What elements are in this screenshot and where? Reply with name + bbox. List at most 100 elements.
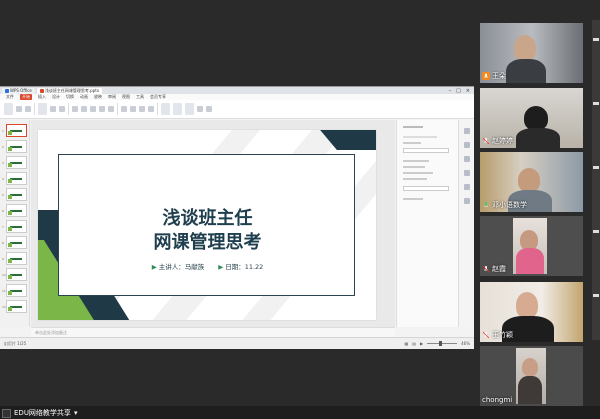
slide-editor-canvas[interactable]: 浅谈班主任 网课管理思考 ▶ 主讲人：马献族 ▶ 日期：11.22 bbox=[31, 120, 395, 327]
current-slide[interactable]: 浅谈班主任 网课管理思考 ▶ 主讲人：马献族 ▶ 日期：11.22 bbox=[38, 130, 376, 320]
app-icon bbox=[2, 408, 11, 418]
pane-text bbox=[403, 142, 421, 144]
bottom-label-text: EDU网络教学共享 bbox=[14, 409, 71, 417]
slide-thumbnail[interactable]: 11 bbox=[2, 284, 27, 297]
chevron-down-icon: ▾ bbox=[73, 409, 78, 417]
mic-muted-icon bbox=[482, 265, 490, 273]
minimize-icon[interactable]: – bbox=[449, 88, 452, 94]
pane-option[interactable] bbox=[403, 172, 433, 174]
new-slide-icon[interactable] bbox=[38, 103, 47, 115]
design-icon[interactable] bbox=[464, 142, 470, 148]
bold-icon[interactable] bbox=[81, 106, 87, 112]
align-left-icon[interactable] bbox=[121, 106, 127, 112]
shape-icon[interactable] bbox=[161, 103, 170, 115]
zoom-handle[interactable] bbox=[439, 341, 443, 346]
slide-thumbnail[interactable]: 9 bbox=[2, 252, 27, 265]
underline-icon[interactable] bbox=[99, 106, 105, 112]
bullet-list-icon[interactable] bbox=[148, 106, 154, 112]
participant-name: 赵霞 bbox=[492, 265, 506, 273]
picture-icon[interactable] bbox=[173, 103, 182, 115]
participant-body bbox=[518, 376, 542, 404]
italic-icon[interactable] bbox=[90, 106, 96, 112]
zoom-slider[interactable] bbox=[427, 341, 458, 346]
bottom-bar: EDU网络教学共享 ▾ bbox=[0, 406, 600, 419]
reset-icon[interactable] bbox=[59, 106, 65, 112]
participant-tile[interactable]: 邓小语数学 bbox=[480, 152, 583, 212]
participant-tile[interactable]: 王朵 bbox=[480, 23, 583, 83]
participant-face bbox=[524, 106, 548, 130]
zoom-level: 46% bbox=[461, 341, 470, 346]
participant-tile[interactable]: chongmi bbox=[480, 346, 583, 406]
divider bbox=[157, 103, 158, 115]
participant-name: 王朵 bbox=[492, 72, 506, 80]
participant-tile[interactable]: 赵婷婷 bbox=[480, 88, 583, 148]
slide-thumbnail[interactable]: 10 bbox=[2, 268, 27, 281]
slide-thumbnail[interactable]: 1 bbox=[2, 124, 27, 137]
notes-area[interactable]: 单击此处添加备注 bbox=[31, 327, 395, 337]
slide-date: ▶ 日期：11.22 bbox=[218, 263, 264, 271]
participant-name: 赵婷婷 bbox=[492, 137, 513, 145]
property-icon[interactable] bbox=[464, 128, 470, 134]
tab-wps-office[interactable]: WPS Office bbox=[2, 87, 35, 94]
align-right-icon[interactable] bbox=[139, 106, 145, 112]
play-icon[interactable]: ▶ bbox=[420, 341, 423, 346]
participant-body bbox=[516, 248, 544, 274]
font-color-icon[interactable] bbox=[108, 106, 114, 112]
animation-icon[interactable] bbox=[464, 156, 470, 162]
divider bbox=[34, 103, 35, 115]
bottom-label[interactable]: EDU网络教学共享 ▾ bbox=[2, 408, 77, 418]
participant-label: chongmi bbox=[482, 396, 512, 404]
pane-option[interactable] bbox=[403, 160, 429, 162]
triangle-bullet-icon: ▶ bbox=[218, 263, 224, 271]
pane-heading bbox=[403, 126, 423, 128]
wps-icon bbox=[5, 88, 9, 93]
participant-name: 王竹颖 bbox=[492, 331, 513, 339]
cut-icon[interactable] bbox=[16, 106, 22, 112]
slide-thumbnail[interactable]: 4 bbox=[2, 172, 27, 185]
participant-face bbox=[514, 35, 536, 61]
slide-thumbnail[interactable]: 12 bbox=[2, 300, 27, 313]
mic-icon bbox=[482, 72, 490, 80]
picture-tool-icon[interactable] bbox=[464, 184, 470, 190]
copy-icon[interactable] bbox=[25, 106, 31, 112]
close-icon[interactable]: × bbox=[466, 88, 470, 94]
participant-face bbox=[516, 292, 538, 318]
participant-face bbox=[520, 230, 538, 250]
slide-thumbnail[interactable]: 2 bbox=[2, 140, 27, 153]
shape-style-icon[interactable] bbox=[464, 170, 470, 176]
slide-thumbnail[interactable]: 7 bbox=[2, 220, 27, 233]
divider bbox=[117, 103, 118, 115]
participant-label: 赵霞 bbox=[482, 264, 506, 274]
sorter-view-icon[interactable]: ▤ bbox=[412, 341, 416, 346]
notes-placeholder: 单击此处添加备注 bbox=[35, 330, 67, 335]
pane-dropdown[interactable] bbox=[403, 186, 449, 191]
maximize-icon[interactable]: □ bbox=[456, 88, 461, 94]
find-icon[interactable] bbox=[206, 106, 212, 112]
pane-option[interactable] bbox=[403, 178, 427, 180]
arrange-icon[interactable] bbox=[197, 106, 203, 112]
textbox-icon[interactable] bbox=[185, 103, 194, 115]
tab-presentation[interactable]: 浅谈班主任网课管理思考.pptx bbox=[36, 87, 103, 94]
slide-subtitle[interactable]: ▶ 主讲人：马献族 ▶ 日期：11.22 bbox=[59, 261, 356, 271]
slide-title[interactable]: 浅谈班主任 网课管理思考 bbox=[59, 207, 356, 255]
participant-tile[interactable]: 赵霞 bbox=[480, 216, 583, 276]
font-icon[interactable] bbox=[72, 106, 78, 112]
align-center-icon[interactable] bbox=[130, 106, 136, 112]
mic-active-icon bbox=[483, 202, 489, 208]
normal-view-icon[interactable]: ▦ bbox=[404, 341, 408, 346]
slide-title-frame: 浅谈班主任 网课管理思考 ▶ 主讲人：马献族 ▶ 日期：11.22 bbox=[58, 154, 355, 296]
slide-thumbnail[interactable]: 3 bbox=[2, 156, 27, 169]
gallery-side-strip bbox=[592, 20, 600, 340]
more-icon[interactable] bbox=[464, 198, 470, 204]
participant-label: 王朵 bbox=[482, 71, 506, 81]
pane-option[interactable] bbox=[403, 166, 425, 168]
layout-icon[interactable] bbox=[50, 106, 56, 112]
paste-icon[interactable] bbox=[4, 103, 13, 115]
triangle-bullet-icon: ▶ bbox=[151, 263, 157, 271]
slide-thumbnail[interactable]: 8 bbox=[2, 236, 27, 249]
pane-option[interactable] bbox=[403, 198, 423, 200]
pane-dropdown[interactable] bbox=[403, 148, 449, 153]
participant-tile[interactable]: 王竹颖 bbox=[480, 282, 583, 342]
slide-thumbnail[interactable]: 6 bbox=[2, 204, 27, 217]
slide-thumbnail[interactable]: 5 bbox=[2, 188, 27, 201]
